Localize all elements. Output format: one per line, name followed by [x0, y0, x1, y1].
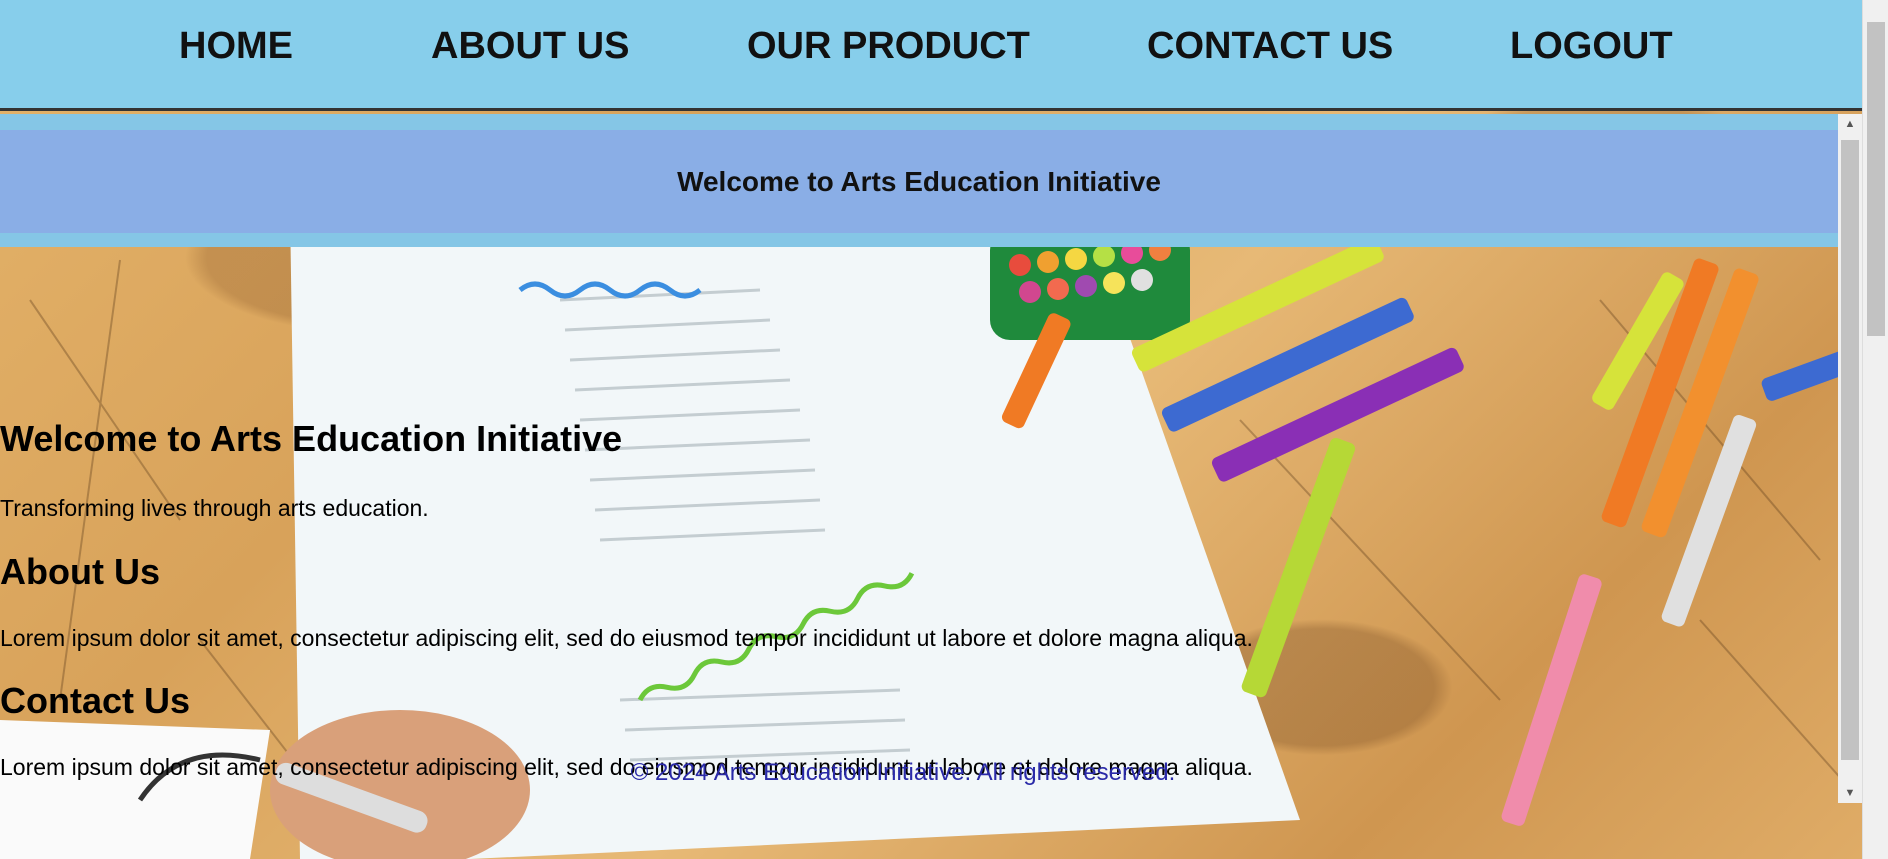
frame-scrollbar[interactable]: ▲ ▼	[1838, 114, 1862, 803]
nav-home-link[interactable]: HOME	[179, 25, 293, 68]
scroll-up-arrow-icon[interactable]: ▲	[1838, 114, 1862, 134]
nav-contact-us-link[interactable]: CONTACT US	[1147, 25, 1393, 68]
top-nav: HOME ABOUT US OUR PRODUCT CONTACT US LOG…	[0, 0, 1862, 111]
nav-about-us-link[interactable]: ABOUT US	[431, 25, 629, 68]
header-banner: Welcome to Arts Education Initiative	[0, 130, 1838, 233]
footer-copyright: © 2024 Arts Education Initiative. All ri…	[630, 759, 1176, 786]
page-scrollbar[interactable]	[1862, 0, 1888, 859]
nav-logout-link[interactable]: LOGOUT	[1510, 25, 1673, 68]
frame-band	[0, 233, 1838, 247]
frame-top-band	[0, 114, 1838, 130]
about-text: Lorem ipsum dolor sit amet, consectetur …	[0, 625, 1253, 651]
content-frame[interactable]: Welcome to Arts Education Initiative Wel…	[0, 114, 1862, 803]
about-heading: About Us	[0, 551, 160, 592]
page-scrollbar-thumb[interactable]	[1867, 22, 1885, 336]
nav-our-product-link[interactable]: OUR PRODUCT	[747, 25, 1030, 68]
scroll-down-arrow-icon[interactable]: ▼	[1838, 783, 1862, 803]
welcome-heading: Welcome to Arts Education Initiative	[0, 418, 623, 459]
contact-heading: Contact Us	[0, 680, 191, 721]
frame-scrollbar-thumb[interactable]	[1841, 140, 1859, 760]
welcome-text: Transforming lives through arts educatio…	[0, 495, 429, 521]
banner-title: Welcome to Arts Education Initiative	[677, 165, 1161, 197]
